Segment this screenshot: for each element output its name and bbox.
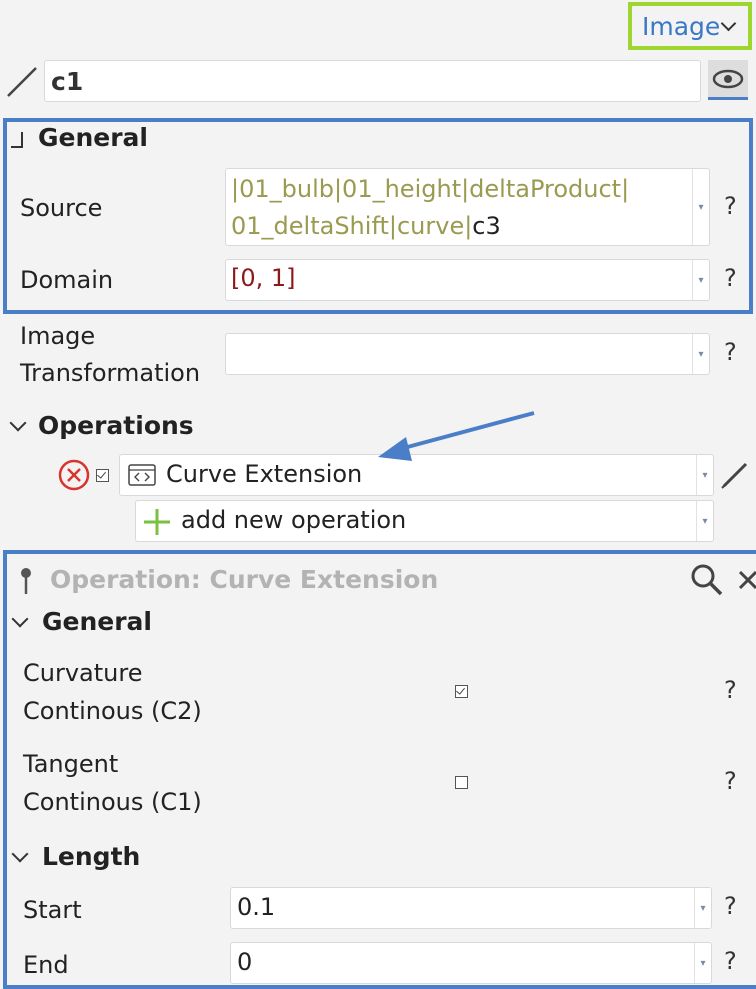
dropdown-arrow-icon: ▾: [700, 957, 706, 969]
end-value: 0: [237, 948, 253, 976]
dropdown-arrow-icon: ▾: [702, 469, 708, 481]
image-transformation-label-line2: Transformation: [20, 359, 201, 387]
domain-value: [0, 1]: [231, 264, 296, 292]
pencil-icon[interactable]: [718, 458, 752, 492]
source-path-line1: |01_bulb|01_height|deltaProduct|: [231, 175, 630, 203]
end-label: End: [23, 951, 69, 979]
annotation-arrow: [378, 411, 535, 461]
length-title: Length: [42, 842, 141, 871]
add-operation-dropdown-button[interactable]: ▾: [696, 501, 713, 541]
domain-help[interactable]: ?: [724, 264, 737, 292]
checkmark-icon: [97, 469, 106, 479]
curve-icon: [7, 67, 37, 97]
curvature-checkbox[interactable]: [455, 685, 468, 698]
operation-enabled-checkbox[interactable]: [96, 469, 109, 482]
tangent-label-line2: Continous (C1): [23, 788, 202, 816]
source-leaf: c3: [472, 212, 501, 240]
image-dropdown-label: Image: [642, 11, 721, 41]
remove-operation-icon[interactable]: [58, 459, 90, 491]
curvature-label-line1: Curvature: [23, 659, 143, 687]
pin-icon[interactable]: [18, 566, 34, 596]
name-value: c1: [51, 67, 84, 96]
end-help[interactable]: ?: [724, 947, 737, 975]
tangent-checkbox[interactable]: [455, 776, 468, 789]
eye-icon: [712, 69, 744, 89]
plus-icon: [144, 509, 170, 535]
domain-field[interactable]: [0, 1] ▾: [225, 259, 710, 301]
end-dropdown-button[interactable]: ▾: [694, 943, 711, 983]
collapse-toggle-icon: [11, 132, 23, 148]
add-operation-label: add new operation: [181, 506, 407, 534]
dropdown-arrow-icon: ▾: [698, 201, 704, 213]
source-label: Source: [20, 194, 103, 222]
tangent-help[interactable]: ?: [724, 767, 737, 795]
source-help[interactable]: ?: [724, 192, 737, 220]
domain-dropdown-button[interactable]: ▾: [692, 260, 709, 300]
add-operation-field[interactable]: add new operation ▾: [135, 500, 714, 542]
curvature-label-line2: Continous (C2): [23, 697, 202, 725]
operation-panel-title: Operation: Curve Extension: [50, 565, 439, 594]
checkmark-icon: [456, 685, 465, 695]
source-field[interactable]: |01_bulb|01_height|deltaProduct| 01_delt…: [225, 168, 710, 246]
visibility-toggle[interactable]: [708, 60, 748, 100]
name-input[interactable]: c1: [44, 60, 701, 102]
dropdown-arrow-icon: ▾: [700, 902, 706, 914]
start-value: 0.1: [237, 893, 276, 921]
operation-item-label: Curve Extension: [166, 460, 363, 488]
source-path-line2: 01_deltaShift|curve|: [231, 212, 473, 240]
image-transformation-dropdown-button[interactable]: ▾: [692, 334, 709, 374]
operations-title: Operations: [38, 411, 194, 440]
tangent-label-line1: Tangent: [23, 750, 119, 778]
dropdown-arrow-icon: ▾: [702, 515, 708, 527]
image-dropdown[interactable]: Image: [628, 2, 752, 50]
start-field[interactable]: 0.1 ▾: [230, 887, 712, 929]
dropdown-arrow-icon: ▾: [698, 274, 704, 286]
chevron-down-icon: [720, 15, 737, 32]
domain-label: Domain: [20, 266, 114, 294]
general-title: General: [38, 123, 148, 152]
dropdown-arrow-icon: ▾: [698, 348, 704, 360]
close-icon[interactable]: [738, 570, 756, 590]
operations-chevron-icon[interactable]: [9, 414, 27, 432]
operation-dropdown-button[interactable]: ▾: [696, 455, 713, 495]
curvature-help[interactable]: ?: [724, 676, 737, 704]
image-transformation-label-line1: Image: [20, 322, 96, 350]
start-help[interactable]: ?: [724, 892, 737, 920]
image-transformation-field[interactable]: ▾: [225, 333, 710, 375]
start-label: Start: [23, 896, 82, 924]
end-field[interactable]: 0 ▾: [230, 942, 712, 984]
image-transformation-help[interactable]: ?: [724, 338, 737, 366]
panel-general-title: General: [42, 607, 152, 636]
source-dropdown-button[interactable]: ▾: [692, 169, 709, 245]
start-dropdown-button[interactable]: ▾: [694, 888, 711, 928]
code-icon: [128, 464, 156, 486]
search-icon[interactable]: [690, 563, 724, 597]
